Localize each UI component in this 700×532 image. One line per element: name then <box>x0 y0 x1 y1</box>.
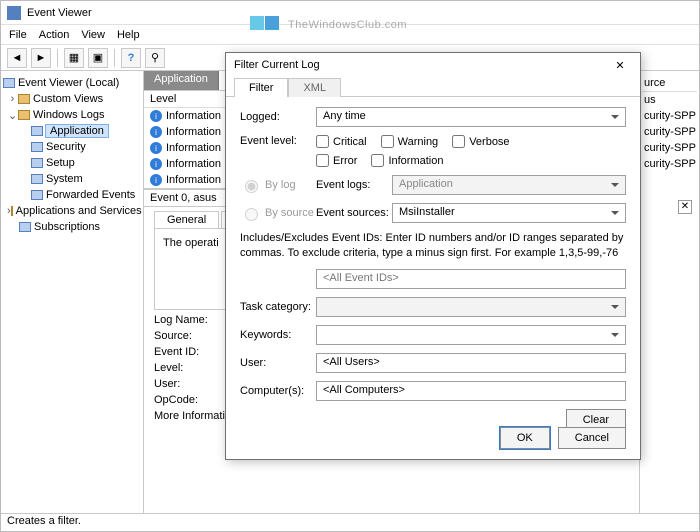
row-level[interactable]: Information <box>166 142 221 154</box>
label-logged: Logged: <box>240 111 316 123</box>
info-icon: i <box>150 174 162 186</box>
cb-warning[interactable]: Warning <box>381 135 439 148</box>
log-icon <box>31 126 43 136</box>
detail-text: The operati <box>163 237 219 249</box>
close-icon[interactable]: ✕ <box>608 55 632 75</box>
tree-application[interactable]: Application <box>46 125 108 137</box>
label-event-level: Event level: <box>240 135 316 147</box>
cb-verbose[interactable]: Verbose <box>452 135 509 148</box>
find-button[interactable]: ⚲ <box>145 48 165 68</box>
col-source[interactable]: urce <box>642 75 697 92</box>
computers-input[interactable]: <All Computers> <box>316 381 626 401</box>
ok-button[interactable]: OK <box>500 427 550 449</box>
tree-winlogs[interactable]: Windows Logs <box>33 109 105 121</box>
center-tab-application[interactable]: Application <box>144 71 219 90</box>
back-button[interactable]: ◄ <box>7 48 27 68</box>
label-user: User: <box>240 357 316 369</box>
label-computers: Computer(s): <box>240 385 316 397</box>
keywords-combo[interactable] <box>316 325 626 345</box>
info-icon: i <box>150 142 162 154</box>
close-detail-button[interactable]: ✕ <box>678 200 692 214</box>
info-icon: i <box>150 110 162 122</box>
cancel-button[interactable]: Cancel <box>558 427 626 449</box>
log-icon <box>19 222 31 232</box>
row-source[interactable]: us <box>642 92 697 108</box>
logged-combo[interactable]: Any time <box>316 107 626 127</box>
forward-button[interactable]: ► <box>31 48 51 68</box>
radio-by-log: By log <box>240 177 316 193</box>
task-category-combo <box>316 297 626 317</box>
tree-forwarded[interactable]: Forwarded Events <box>46 189 135 201</box>
expand-icon[interactable]: › <box>7 93 18 105</box>
app-icon <box>7 6 21 20</box>
tree-security[interactable]: Security <box>46 141 86 153</box>
row-level[interactable]: Information <box>166 110 221 122</box>
cb-critical[interactable]: Critical <box>316 135 367 148</box>
menu-file[interactable]: File <box>9 29 27 41</box>
cb-information[interactable]: Information <box>371 154 443 167</box>
row-source[interactable]: curity-SPP <box>642 108 697 124</box>
folder-icon <box>11 206 13 216</box>
log-icon <box>31 158 43 168</box>
nav-tree[interactable]: Event Viewer (Local) › Custom Views ⌄ Wind… <box>1 71 144 513</box>
help-button[interactable]: ? <box>121 48 141 68</box>
computer-icon <box>3 78 15 88</box>
log-icon <box>31 142 43 152</box>
tab-general[interactable]: General <box>154 211 219 228</box>
tree-subs[interactable]: Subscriptions <box>34 221 100 233</box>
tree-custom[interactable]: Custom Views <box>33 93 103 105</box>
filter-dialog: Filter Current Log ✕ Filter XML Logged: … <box>225 52 641 460</box>
row-source[interactable]: curity-SPP <box>642 140 697 156</box>
tree-root[interactable]: Event Viewer (Local) <box>18 77 119 89</box>
row-level[interactable]: Information <box>166 126 221 138</box>
tab-xml[interactable]: XML <box>288 78 341 97</box>
row-level[interactable]: Information <box>166 158 221 170</box>
tree-system[interactable]: System <box>46 173 83 185</box>
radio-by-source: By source <box>240 205 316 221</box>
right-column: urce us curity-SPP curity-SPP curity-SPP… <box>639 71 699 513</box>
label-event-sources: Event sources: <box>316 207 392 219</box>
row-source[interactable]: curity-SPP <box>642 156 697 172</box>
event-logs-combo: Application <box>392 175 626 195</box>
status-bar: Creates a filter. <box>1 513 699 531</box>
event-ids-input[interactable]: <All Event IDs> <box>316 269 626 289</box>
show-tree-button[interactable]: ▦ <box>64 48 84 68</box>
cb-error[interactable]: Error <box>316 154 357 167</box>
row-level[interactable]: Information <box>166 174 221 186</box>
detail-header: Event 0, asus <box>150 192 217 204</box>
help-text: Includes/Excludes Event IDs: Enter ID nu… <box>240 231 626 261</box>
log-icon <box>31 174 43 184</box>
log-icon <box>31 190 43 200</box>
menu-view[interactable]: View <box>81 29 105 41</box>
folder-icon <box>18 94 30 104</box>
folder-icon <box>18 110 30 120</box>
dialog-title: Filter Current Log <box>234 59 320 71</box>
label-keywords: Keywords: <box>240 329 316 341</box>
menubar: File Action View Help <box>1 25 699 45</box>
user-input[interactable]: <All Users> <box>316 353 626 373</box>
menu-help[interactable]: Help <box>117 29 140 41</box>
info-icon: i <box>150 126 162 138</box>
refresh-button[interactable]: ▣ <box>88 48 108 68</box>
titlebar: Event Viewer <box>1 1 699 25</box>
info-icon: i <box>150 158 162 170</box>
label-task-category: Task category: <box>240 301 316 313</box>
label-event-logs: Event logs: <box>316 179 392 191</box>
window-title: Event Viewer <box>27 7 92 19</box>
tree-setup[interactable]: Setup <box>46 157 75 169</box>
event-sources-combo[interactable]: MsiInstaller <box>392 203 626 223</box>
row-source[interactable]: curity-SPP <box>642 124 697 140</box>
tab-filter[interactable]: Filter <box>234 78 288 97</box>
menu-action[interactable]: Action <box>39 29 70 41</box>
tree-appsvc[interactable]: Applications and Services Lo <box>16 205 144 217</box>
collapse-icon[interactable]: ⌄ <box>7 109 18 122</box>
